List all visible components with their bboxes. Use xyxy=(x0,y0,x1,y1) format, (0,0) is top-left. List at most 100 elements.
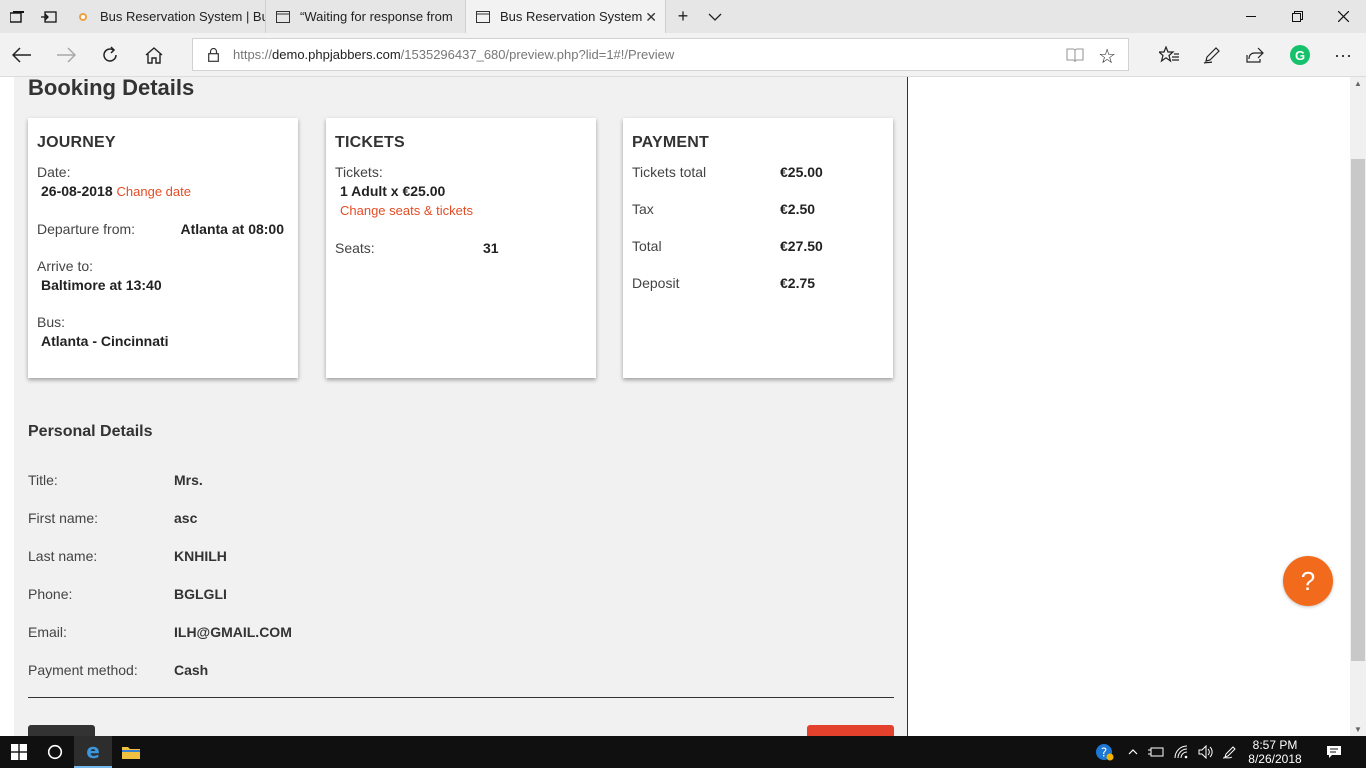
bus-value: Atlanta - Cincinnati xyxy=(41,333,169,349)
navigation-bar: https://demo.phpjabbers.com/1535296437_6… xyxy=(0,33,1366,77)
lock-icon xyxy=(193,47,233,62)
help-button[interactable]: ? xyxy=(1283,556,1333,606)
taskbar: e ? 8:57 PM 8/26/2018 xyxy=(0,736,1366,768)
personal-row-label: Email: xyxy=(28,624,67,640)
system-clock[interactable]: 8:57 PM 8/26/2018 xyxy=(1240,738,1310,766)
add-favorite-star-icon[interactable]: ☆ xyxy=(1098,44,1116,69)
tab-overview-icon[interactable] xyxy=(0,0,34,33)
tab-strip: Bus Reservation System | Bu “Waiting for… xyxy=(0,0,1366,33)
close-window-icon[interactable] xyxy=(1320,0,1366,33)
bus-label: Bus: xyxy=(37,314,66,330)
pen-notes-icon[interactable] xyxy=(1196,39,1228,71)
pen-workspace-icon[interactable] xyxy=(1220,736,1240,768)
url-text: https://demo.phpjabbers.com/1535296437_6… xyxy=(233,47,675,62)
payment-row-label: Total xyxy=(632,238,662,254)
seats-value: 31 xyxy=(483,240,499,256)
minimize-icon[interactable] xyxy=(1228,0,1274,33)
seats-label: Seats: xyxy=(335,240,375,256)
tab-title: “Waiting for response from xyxy=(300,9,453,24)
page-icon xyxy=(276,10,290,24)
help-tray-icon[interactable]: ? xyxy=(1092,736,1116,768)
edge-browser-icon[interactable]: e xyxy=(74,736,112,768)
departure-label: Departure from: xyxy=(37,221,136,237)
chevron-up-icon[interactable] xyxy=(1124,736,1142,768)
section-divider xyxy=(28,697,894,698)
change-seats-tickets-link[interactable]: Change seats & tickets xyxy=(340,203,473,218)
action-center-icon[interactable] xyxy=(1320,736,1348,768)
personal-row-label: Phone: xyxy=(28,586,73,602)
payment-row-label: Tax xyxy=(632,201,654,217)
personal-row-value: BGLGLI xyxy=(174,586,227,602)
back-arrow-icon[interactable] xyxy=(6,39,38,71)
personal-row-value: Mrs. xyxy=(174,472,203,488)
tab-bus-reservation-active[interactable]: Bus Reservation System ✕ xyxy=(466,0,666,33)
payment-row-value: €25.00 xyxy=(780,164,823,180)
new-tab-icon[interactable]: + xyxy=(666,0,700,33)
clock-time: 8:57 PM xyxy=(1252,738,1298,752)
journey-heading: JOURNEY xyxy=(37,134,116,151)
address-bar[interactable]: https://demo.phpjabbers.com/1535296437_6… xyxy=(192,38,1129,71)
tab-title: Bus Reservation System xyxy=(500,9,643,24)
page-column-divider xyxy=(907,77,908,736)
arrive-label: Arrive to: xyxy=(37,258,94,274)
file-explorer-icon[interactable] xyxy=(112,736,150,768)
page-title: Booking Details xyxy=(28,77,195,100)
booking-content: Booking Details JOURNEY Date: 26-08-2018… xyxy=(14,77,907,736)
tickets-heading: TICKETS xyxy=(335,134,405,151)
arrive-value: Baltimore at 13:40 xyxy=(41,277,162,293)
personal-row-label: Last name: xyxy=(28,548,98,564)
scroll-down-icon[interactable]: ▼ xyxy=(1354,725,1362,734)
payment-row-value: €2.75 xyxy=(780,275,816,291)
payment-row-label: Deposit xyxy=(632,275,680,291)
cortana-search-icon[interactable] xyxy=(36,736,74,768)
date-value: 26-08-2018 xyxy=(41,183,113,199)
change-date-link[interactable]: Change date xyxy=(117,184,191,199)
tickets-label: Tickets: xyxy=(335,164,383,180)
vertical-scrollbar[interactable]: ▲ ▼ xyxy=(1350,77,1366,736)
close-tab-icon[interactable]: ✕ xyxy=(645,9,657,26)
reading-view-icon[interactable] xyxy=(1066,46,1084,64)
forward-arrow-icon[interactable] xyxy=(50,39,82,71)
set-tabs-aside-icon[interactable] xyxy=(32,0,66,33)
page-viewport: Booking Details JOURNEY Date: 26-08-2018… xyxy=(0,77,1366,736)
home-icon[interactable] xyxy=(138,39,170,71)
personal-row-label: First name: xyxy=(28,510,99,526)
windows-start-icon[interactable] xyxy=(0,736,38,768)
date-label: Date: xyxy=(37,164,71,180)
personal-details-heading: Personal Details xyxy=(28,423,153,440)
scroll-up-icon[interactable]: ▲ xyxy=(1354,79,1362,88)
tab-bus-reservation-1[interactable]: Bus Reservation System | Bu xyxy=(66,0,266,33)
confirm-button[interactable] xyxy=(807,725,894,736)
personal-row-value: asc xyxy=(174,510,198,526)
payment-heading: PAYMENT xyxy=(632,134,709,151)
page-icon xyxy=(476,10,490,24)
tickets-card: TICKETS Tickets: 1 Adult x €25.00 Change… xyxy=(326,118,596,378)
tab-waiting-response[interactable]: “Waiting for response from xyxy=(266,0,466,33)
personal-row-value: KNHILH xyxy=(174,548,227,564)
departure-value: Atlanta at 08:00 xyxy=(180,221,284,237)
chevron-down-icon[interactable] xyxy=(698,0,732,33)
personal-row-label: Title: xyxy=(28,472,58,488)
clock-date: 8/26/2018 xyxy=(1248,752,1302,766)
personal-row-value: ILH@GMAIL.COM xyxy=(174,624,292,640)
volume-icon[interactable] xyxy=(1196,736,1216,768)
tab-title: Bus Reservation System | Bu xyxy=(100,9,266,24)
payment-row-value: €27.50 xyxy=(780,238,823,254)
payment-row-value: €2.50 xyxy=(780,201,816,217)
tickets-value: 1 Adult x €25.00 xyxy=(340,183,446,199)
personal-row-value: Cash xyxy=(174,662,209,678)
share-icon[interactable] xyxy=(1239,39,1271,71)
favorites-hub-icon[interactable] xyxy=(1153,39,1185,71)
personal-row-label: Payment method: xyxy=(28,662,138,678)
power-plug-icon[interactable] xyxy=(1146,736,1166,768)
scrollbar-thumb[interactable] xyxy=(1351,159,1365,661)
phpjabbers-favicon-icon xyxy=(76,10,90,24)
more-options-icon[interactable]: ··· xyxy=(1327,39,1359,71)
wifi-icon[interactable] xyxy=(1172,736,1192,768)
refresh-icon[interactable] xyxy=(94,39,126,71)
grammarly-extension-icon[interactable]: G xyxy=(1284,39,1316,71)
journey-card: JOURNEY Date: 26-08-2018 Change date Dep… xyxy=(28,118,298,378)
back-button[interactable] xyxy=(28,725,95,736)
payment-card: PAYMENT Tickets total €25.00 Tax €2.50 T… xyxy=(623,118,893,378)
restore-icon[interactable] xyxy=(1274,0,1320,33)
